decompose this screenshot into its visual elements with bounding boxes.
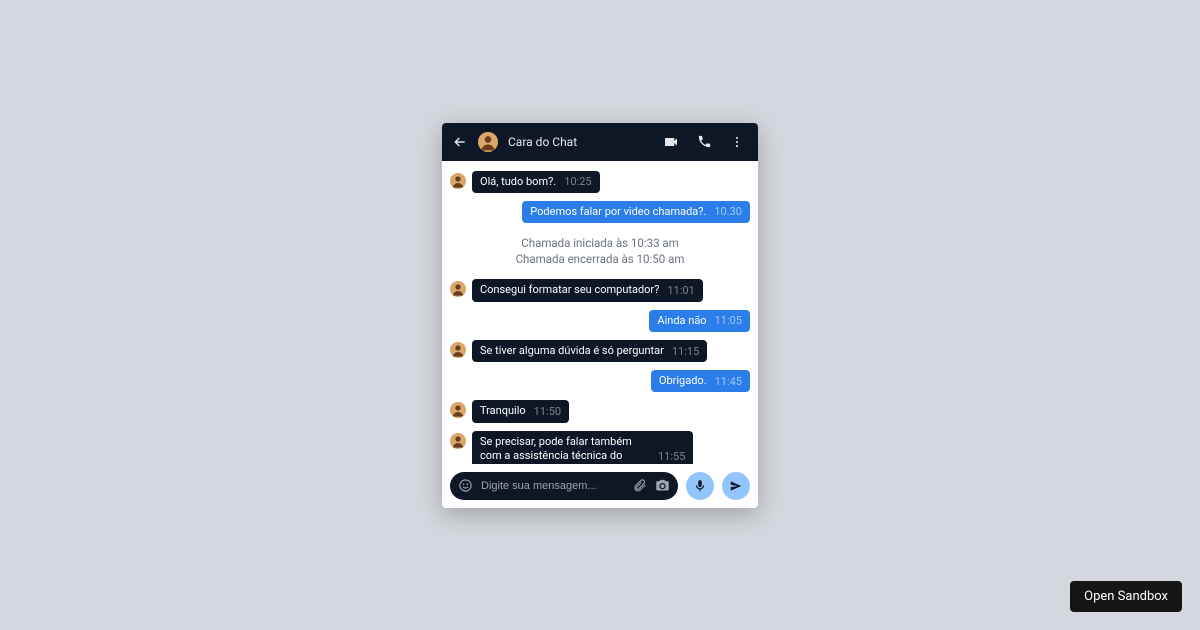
message-time: 10.30	[714, 205, 742, 218]
avatar	[450, 402, 466, 418]
system-line: Chamada iniciada às 10:33 am	[450, 235, 750, 251]
chat-title: Cara do Chat	[508, 135, 649, 149]
avatar	[450, 342, 466, 358]
message-time: 11:55	[658, 450, 685, 463]
chat-header: Cara do Chat	[442, 123, 758, 161]
more-icon[interactable]	[726, 135, 748, 149]
open-sandbox-button[interactable]: Open Sandbox	[1070, 581, 1182, 612]
camera-icon[interactable]	[655, 478, 670, 493]
message-row: Tranquilo 11:50	[450, 400, 750, 422]
message-time: 11:05	[715, 314, 742, 327]
message-time: 11:01	[667, 284, 694, 297]
message-bubble[interactable]: Ainda não 11:05	[649, 310, 750, 332]
message-time: 11:50	[534, 405, 561, 418]
message-bubble[interactable]: Consegui formatar seu computador? 11:01	[472, 279, 703, 301]
back-icon[interactable]	[452, 134, 468, 150]
message-row: Se tiver alguma dúvida é só perguntar 11…	[450, 340, 750, 362]
system-message: Chamada iniciada às 10:33 am Chamada enc…	[450, 231, 750, 271]
message-row: Podemos falar por video chamada?. 10.30	[450, 201, 750, 223]
emoji-icon[interactable]	[458, 478, 473, 493]
message-text: Se tiver alguma dúvida é só perguntar	[480, 344, 664, 358]
message-bubble[interactable]: Obrigado. 11:45	[651, 370, 750, 392]
attachment-icon[interactable]	[632, 478, 647, 493]
video-call-icon[interactable]	[659, 134, 683, 150]
message-bubble[interactable]: Se precisar, pode falar também com a ass…	[472, 431, 693, 464]
composer	[450, 472, 678, 500]
message-bubble[interactable]: Se tiver alguma dúvida é só perguntar 11…	[472, 340, 707, 362]
avatar	[450, 173, 466, 189]
mic-button[interactable]	[686, 472, 714, 500]
message-time: 10:25	[564, 175, 591, 188]
message-row: Olá, tudo bom?. 10:25	[450, 171, 750, 193]
avatar	[450, 433, 466, 449]
composer-area	[442, 464, 758, 508]
avatar[interactable]	[478, 132, 498, 152]
open-sandbox-label: Open Sandbox	[1084, 589, 1168, 604]
message-bubble[interactable]: Olá, tudo bom?. 10:25	[472, 171, 600, 193]
message-text: Podemos falar por video chamada?.	[530, 205, 706, 219]
message-text: Ainda não	[657, 314, 706, 328]
message-time: 11:15	[672, 345, 699, 358]
message-input[interactable]	[481, 480, 624, 492]
message-bubble[interactable]: Tranquilo 11:50	[472, 400, 569, 422]
message-time: 11:45	[715, 375, 742, 388]
avatar	[450, 281, 466, 297]
message-bubble[interactable]: Podemos falar por video chamada?. 10.30	[522, 201, 750, 223]
chat-window: Cara do Chat Olá, tudo bom?. 10:25 Podem…	[442, 123, 758, 508]
message-text: Olá, tudo bom?.	[480, 175, 556, 189]
message-row: Ainda não 11:05	[450, 310, 750, 332]
messages-list[interactable]: Olá, tudo bom?. 10:25 Podemos falar por …	[442, 161, 758, 464]
send-button[interactable]	[722, 472, 750, 500]
message-text: Tranquilo	[480, 404, 526, 418]
message-text: Obrigado.	[659, 374, 707, 388]
system-line: Chamada encerrada às 10:50 am	[450, 251, 750, 267]
message-row: Obrigado. 11:45	[450, 370, 750, 392]
message-text: Se precisar, pode falar também com a ass…	[480, 435, 650, 464]
phone-call-icon[interactable]	[693, 134, 716, 149]
message-text: Consegui formatar seu computador?	[480, 283, 659, 297]
message-row: Consegui formatar seu computador? 11:01	[450, 279, 750, 301]
message-row: Se precisar, pode falar também com a ass…	[450, 431, 750, 464]
